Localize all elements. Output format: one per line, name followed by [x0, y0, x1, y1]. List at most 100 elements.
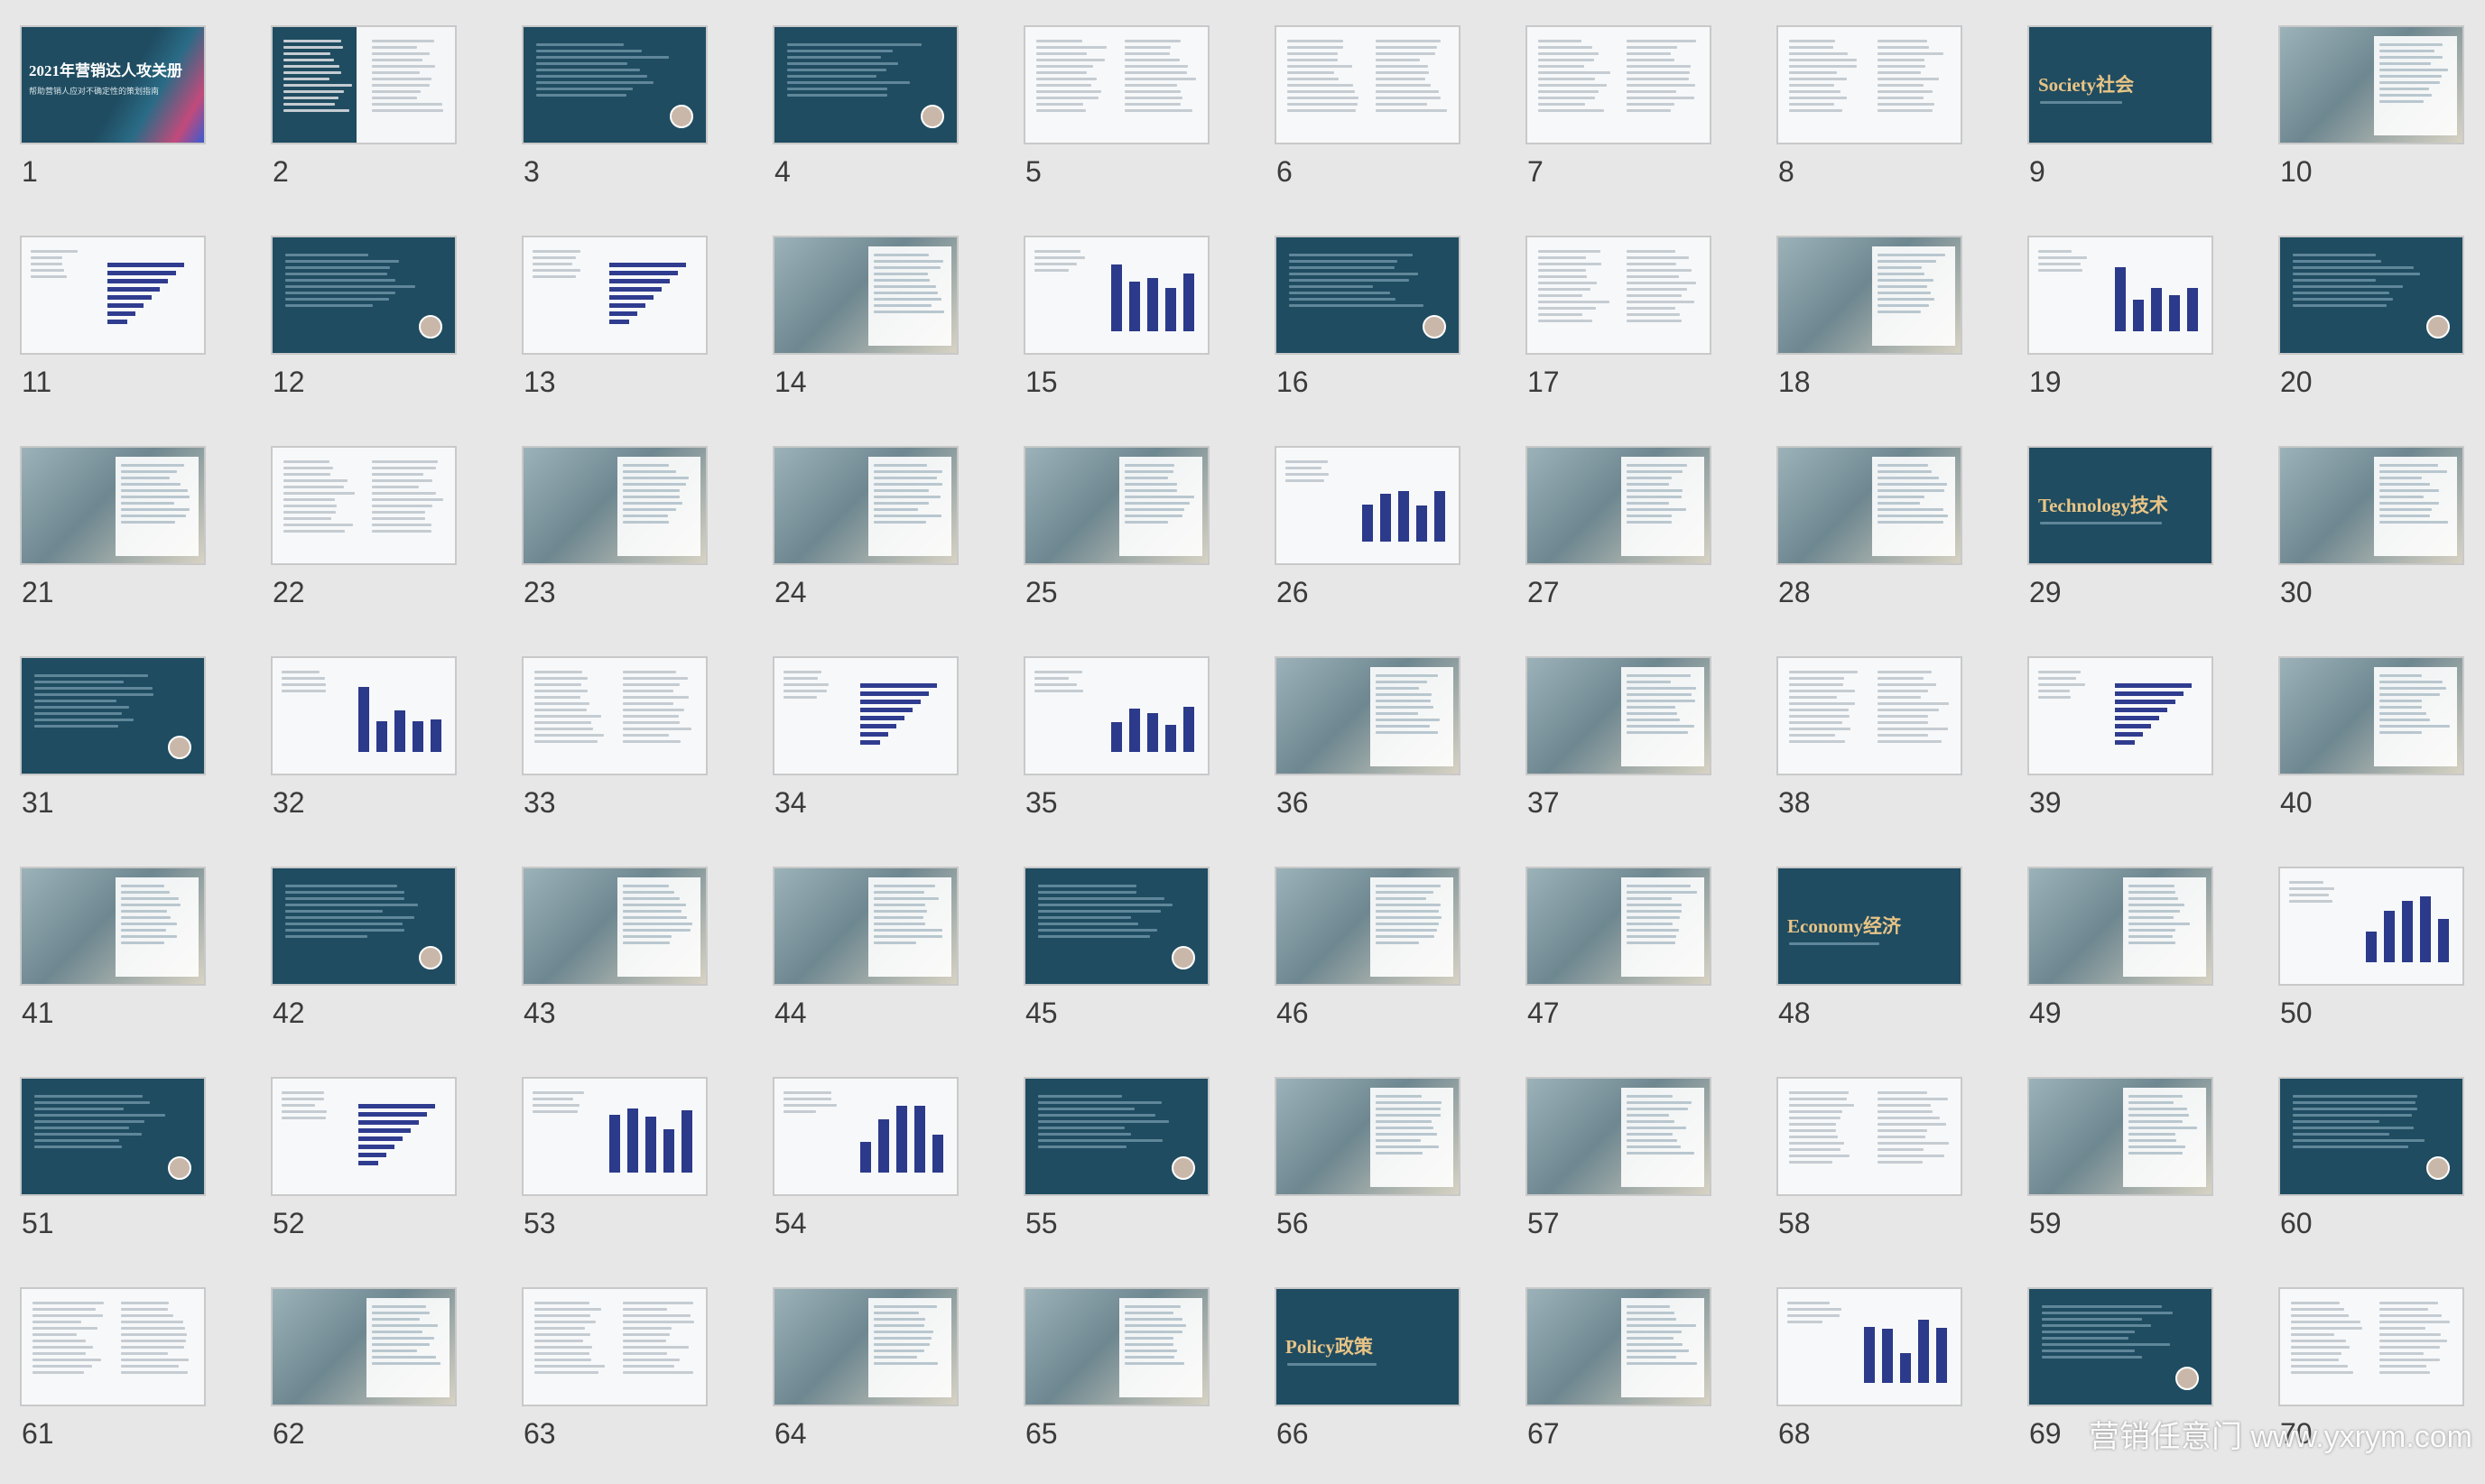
slide-cell: 40 — [2278, 656, 2464, 853]
slide-thumbnail[interactable] — [1024, 236, 1210, 355]
slide-text-line — [1125, 1331, 1182, 1333]
slide-number: 48 — [1778, 997, 1811, 1029]
slide-text-line — [34, 681, 124, 683]
slide-thumbnail[interactable] — [1024, 25, 1210, 144]
slide-thumbnail[interactable] — [1275, 25, 1460, 144]
slide-text-line — [1036, 52, 1087, 55]
slide-thumbnail[interactable] — [1024, 1287, 1210, 1406]
slide-thumbnail[interactable] — [20, 867, 206, 986]
slide-text-line — [874, 477, 937, 479]
slide-cell: 2021年营销达人攻关册 帮助营销人应对不确定性的策划指南 1 — [20, 25, 206, 222]
slide-thumbnail[interactable] — [1525, 236, 1711, 355]
slide-thumbnail[interactable] — [1024, 656, 1210, 775]
slide-thumbnail[interactable] — [1776, 236, 1962, 355]
slide-text-line — [285, 891, 404, 894]
slide-thumbnail[interactable] — [1275, 236, 1460, 355]
slide-thumbnail[interactable]: Economy经济 — [1776, 867, 1962, 986]
slide-thumbnail[interactable] — [20, 656, 206, 775]
slide-thumbnail[interactable] — [773, 656, 959, 775]
slide-thumbnail[interactable] — [1776, 656, 1962, 775]
slide-text-line — [1036, 90, 1101, 93]
slide-thumbnail[interactable] — [271, 656, 457, 775]
slide-thumbnail[interactable]: 2021年营销达人攻关册 帮助营销人应对不确定性的策划指南 — [20, 25, 206, 144]
slide-thumbnail[interactable] — [1275, 656, 1460, 775]
slide-thumbnail[interactable] — [271, 446, 457, 565]
slide-thumbnail[interactable] — [1776, 446, 1962, 565]
slide-text-line — [1376, 929, 1437, 932]
slide-thumbnail[interactable] — [773, 867, 959, 986]
slide-thumbnail[interactable] — [2278, 656, 2464, 775]
slide-thumbnail[interactable] — [1525, 1077, 1711, 1196]
slide-thumbnail[interactable] — [2278, 236, 2464, 355]
slide-thumbnail[interactable] — [1275, 1077, 1460, 1196]
slide-thumbnail[interactable] — [522, 1077, 708, 1196]
slide-thumbnail[interactable] — [522, 236, 708, 355]
slide-thumbnail[interactable] — [1525, 656, 1711, 775]
slide-thumbnail[interactable] — [271, 867, 457, 986]
slide-text-line — [1627, 521, 1672, 524]
slide-text-line — [1627, 489, 1683, 492]
slide-thumbnail[interactable]: Policy政策 — [1275, 1287, 1460, 1406]
slide-text-line — [536, 75, 647, 78]
slide-thumbnail[interactable] — [2278, 1287, 2464, 1406]
slide-number: 40 — [2280, 786, 2313, 819]
slide-text-line — [1038, 1139, 1163, 1142]
slide-thumbnail[interactable] — [1525, 867, 1711, 986]
slide-thumbnail[interactable] — [1525, 446, 1711, 565]
slide-text-line — [283, 52, 330, 55]
slide-text-line — [1289, 260, 1397, 263]
slide-thumbnail[interactable] — [271, 236, 457, 355]
slide-thumbnail[interactable] — [271, 1287, 457, 1406]
slide-number: 63 — [524, 1417, 556, 1450]
slide-text-line — [1125, 59, 1180, 61]
slide-thumbnail[interactable] — [20, 1287, 206, 1406]
slide-thumbnail[interactable] — [20, 1077, 206, 1196]
slide-thumbnail[interactable] — [522, 867, 708, 986]
slide-text-line — [2038, 250, 2072, 253]
slide-thumbnail[interactable] — [1024, 1077, 1210, 1196]
slide-thumbnail[interactable] — [2278, 25, 2464, 144]
slide-thumbnail[interactable] — [2027, 236, 2213, 355]
slide-thumbnail[interactable] — [2027, 1077, 2213, 1196]
slide-thumbnail[interactable] — [1024, 446, 1210, 565]
slide-thumbnail[interactable] — [773, 25, 959, 144]
slide-thumbnail[interactable] — [1024, 867, 1210, 986]
slide-thumbnail[interactable] — [1525, 1287, 1711, 1406]
slide-thumbnail[interactable] — [1776, 1077, 1962, 1196]
slide-thumbnail[interactable] — [2027, 867, 2213, 986]
slide-thumbnail[interactable] — [2027, 656, 2213, 775]
slide-thumbnail[interactable] — [20, 236, 206, 355]
slide-thumbnail[interactable] — [773, 236, 959, 355]
slide-text-line — [1878, 496, 1924, 498]
slide-thumbnail[interactable] — [773, 446, 959, 565]
slide-thumbnail[interactable] — [522, 656, 708, 775]
slide-text-line — [1034, 250, 1080, 253]
slide-thumbnail[interactable]: Technology技术 — [2027, 446, 2213, 565]
slide-thumbnail[interactable] — [1776, 25, 1962, 144]
slide-thumbnail[interactable] — [522, 25, 708, 144]
slide-thumbnail[interactable] — [2027, 1287, 2213, 1406]
slide-thumbnail[interactable] — [2278, 446, 2464, 565]
slide-text-line — [1878, 273, 1924, 275]
slide-thumbnail[interactable] — [271, 25, 457, 144]
slide-thumbnail[interactable] — [1275, 867, 1460, 986]
slide-thumbnail[interactable] — [1275, 446, 1460, 565]
slide-thumbnail[interactable]: Society社会 — [2027, 25, 2213, 144]
slide-thumbnail[interactable] — [2278, 1077, 2464, 1196]
slide-thumbnail[interactable] — [20, 446, 206, 565]
slide-thumbnail[interactable] — [773, 1077, 959, 1196]
slide-cell: 68 — [1776, 1287, 1962, 1484]
slide-thumbnail[interactable] — [773, 1287, 959, 1406]
slide-cell: 25 — [1024, 446, 1210, 643]
slide-thumbnail[interactable] — [522, 1287, 708, 1406]
slide-text-line — [283, 90, 344, 93]
slide-thumbnail[interactable] — [271, 1077, 457, 1196]
slide-thumbnail[interactable] — [2278, 867, 2464, 986]
slide-text-line — [1627, 693, 1692, 696]
slide-thumbnail[interactable] — [1525, 25, 1711, 144]
slide-thumbnail[interactable] — [522, 446, 708, 565]
slide-thumbnail[interactable] — [1776, 1287, 1962, 1406]
slide-text-line — [285, 285, 415, 288]
slide-cell: 35 — [1024, 656, 1210, 853]
slide-text-line — [283, 486, 344, 488]
